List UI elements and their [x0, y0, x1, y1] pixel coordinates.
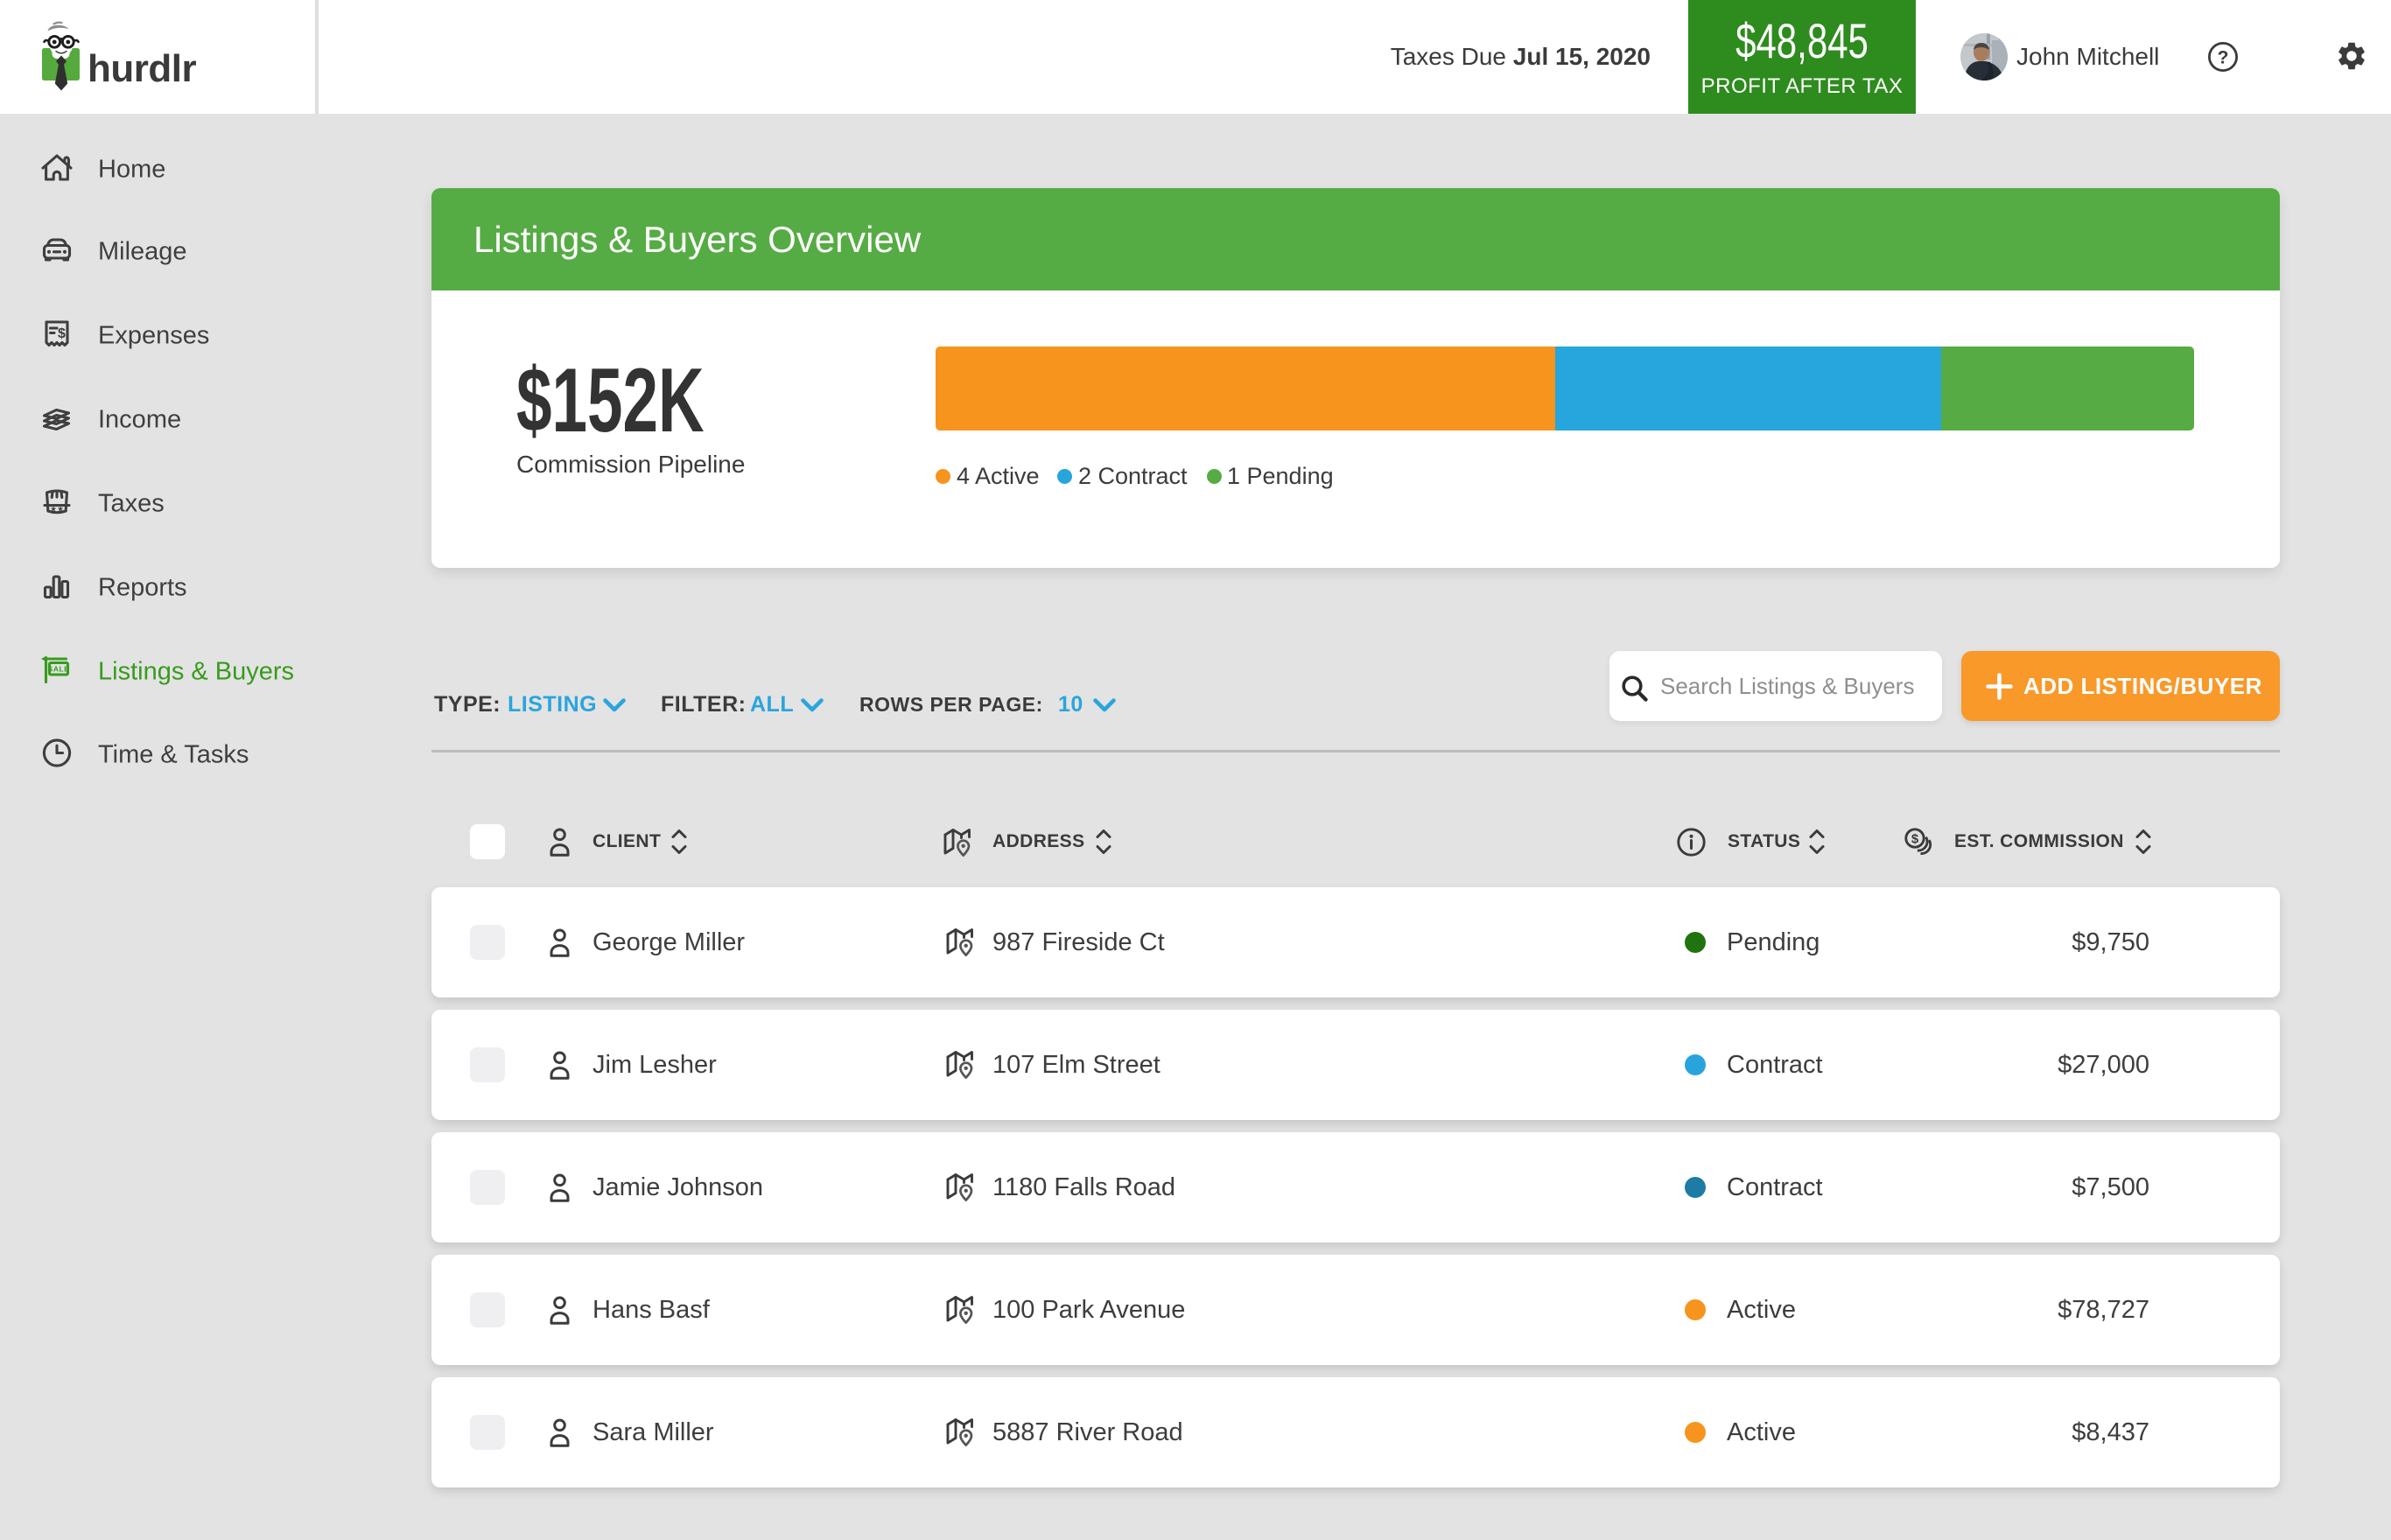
svg-text:?: ? — [2218, 48, 2229, 68]
svg-text:★: ★ — [57, 505, 64, 514]
svg-text:★: ★ — [50, 505, 57, 514]
svg-text:hurdlr: hurdlr — [88, 47, 196, 90]
svg-text:SALE: SALE — [48, 664, 70, 673]
svg-text:$: $ — [58, 326, 66, 341]
svg-text:$: $ — [1911, 832, 1919, 847]
